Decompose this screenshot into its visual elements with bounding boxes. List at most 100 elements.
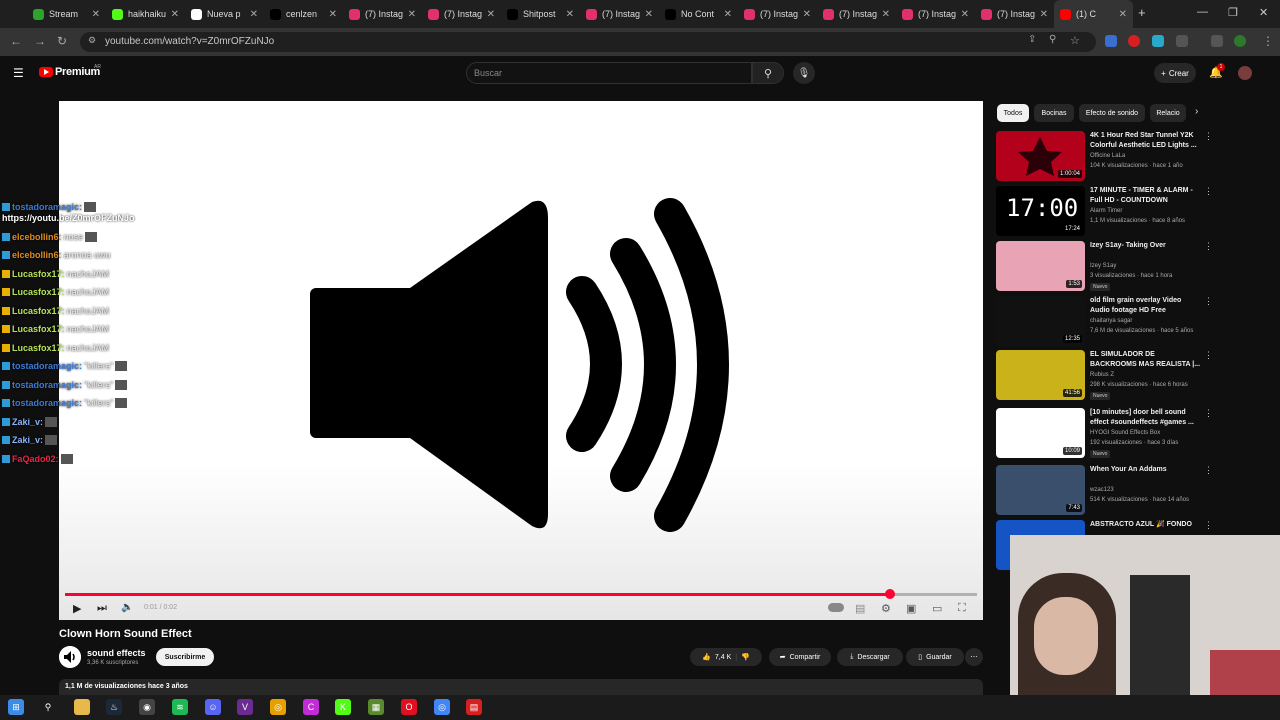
- tab-close-icon[interactable]: ✕: [724, 9, 732, 20]
- autoplay-toggle[interactable]: [828, 603, 844, 612]
- app-icon[interactable]: ▤: [466, 699, 482, 715]
- video-thumbnail[interactable]: 10:09: [996, 408, 1085, 458]
- video-channel[interactable]: chaitanya sagar: [1090, 318, 1132, 324]
- browser-tab[interactable]: (1) C ✕: [1054, 0, 1133, 28]
- play-icon[interactable]: ▶: [73, 602, 81, 615]
- browser-tab[interactable]: (7) Instag ✕: [896, 0, 975, 28]
- windows-icon[interactable]: ⊞: [8, 699, 24, 715]
- like-count[interactable]: 7,4 K: [715, 654, 731, 661]
- tab-close-icon[interactable]: ✕: [250, 9, 258, 20]
- tab-close-icon[interactable]: ✕: [961, 9, 969, 20]
- extension-icon[interactable]: [1152, 35, 1164, 47]
- c-icon[interactable]: C: [303, 699, 319, 715]
- search-input[interactable]: [466, 62, 752, 84]
- video-channel[interactable]: HYOGI Sound Effects Box: [1090, 430, 1160, 436]
- video-thumbnail[interactable]: 1:00:04: [996, 131, 1085, 181]
- forward-icon[interactable]: →: [34, 34, 46, 48]
- search-icon[interactable]: ⚲: [40, 699, 56, 715]
- video-title[interactable]: 4K 1 Hour Red Star Tunnel Y2K Colorful A…: [1090, 131, 1202, 151]
- video-thumbnail[interactable]: 17:00 17:24: [996, 186, 1085, 236]
- browser-tab[interactable]: (7) Instag ✕: [817, 0, 896, 28]
- more-vert-icon[interactable]: ⋮: [1204, 296, 1213, 307]
- youtube-logo-icon[interactable]: [39, 67, 53, 77]
- more-vert-icon[interactable]: ⋮: [1204, 465, 1213, 476]
- spotify-icon[interactable]: ≋: [172, 699, 188, 715]
- chevron-right-icon[interactable]: ›: [1195, 106, 1198, 117]
- chrome-active-icon[interactable]: ◎: [434, 699, 450, 715]
- browser-tab[interactable]: No Cont ✕: [659, 0, 738, 28]
- tab-close-icon[interactable]: ✕: [171, 9, 179, 20]
- browser-tab[interactable]: (7) Instag ✕: [738, 0, 817, 28]
- steam-icon[interactable]: ♨: [106, 699, 122, 715]
- channel-name[interactable]: sound effects: [87, 648, 146, 658]
- video-thumbnail[interactable]: 12:35: [996, 296, 1085, 346]
- maximize-icon[interactable]: ❐: [1228, 6, 1238, 19]
- tab-close-icon[interactable]: ✕: [408, 9, 416, 20]
- tab-close-icon[interactable]: ✕: [1119, 9, 1127, 20]
- video-channel[interactable]: wzac123: [1090, 487, 1114, 493]
- browser-tab[interactable]: (7) Instag ✕: [975, 0, 1054, 28]
- next-icon[interactable]: ⏭: [97, 602, 107, 615]
- more-vert-icon[interactable]: ⋮: [1204, 408, 1213, 419]
- more-vert-icon[interactable]: ⋮: [1204, 186, 1213, 197]
- progress-bar[interactable]: [65, 589, 977, 599]
- theater-mode-icon[interactable]: ▭: [932, 602, 942, 615]
- browser-tab[interactable]: (7) Instag ✕: [580, 0, 659, 28]
- recommended-video[interactable]: 41:56 EL SIMULADOR DE BACKROOMS MAS REALI…: [996, 350, 1216, 402]
- chip-efecto-de-sonido[interactable]: Efecto de sonido: [1079, 104, 1145, 122]
- tab-close-icon[interactable]: ✕: [92, 9, 100, 20]
- extension-icon[interactable]: [1105, 35, 1117, 47]
- settings-gear-icon[interactable]: ⚙: [881, 602, 891, 615]
- discord-icon[interactable]: ☺: [205, 699, 221, 715]
- voice-search-button[interactable]: 🎙: [793, 62, 815, 84]
- zoom-icon[interactable]: ⚲: [1049, 34, 1056, 45]
- video-thumbnail[interactable]: 1:53: [996, 241, 1085, 291]
- save-button[interactable]: ▯ Guardar: [906, 648, 964, 666]
- download-button[interactable]: ⤓ Descargar: [837, 648, 903, 666]
- miniplayer-icon[interactable]: ▣: [906, 602, 916, 615]
- video-channel[interactable]: Izey S1ay: [1090, 263, 1116, 269]
- minimize-icon[interactable]: —: [1197, 6, 1208, 18]
- vegas-icon[interactable]: V: [237, 699, 253, 715]
- more-vert-icon[interactable]: ⋮: [1204, 131, 1213, 142]
- tab-close-icon[interactable]: ✕: [329, 9, 337, 20]
- browser-tab[interactable]: Stream ✕: [27, 0, 106, 28]
- account-avatar[interactable]: [1238, 66, 1252, 80]
- browser-tab[interactable]: (7) Instag ✕: [343, 0, 422, 28]
- browser-tab[interactable]: cenlzen ✕: [264, 0, 343, 28]
- new-tab-icon[interactable]: +: [1138, 5, 1146, 20]
- recommended-video[interactable]: 12:35 old film grain overlay Video Audio …: [996, 296, 1216, 348]
- tab-close-icon[interactable]: ✕: [645, 9, 653, 20]
- chip-relacionado[interactable]: Relacio: [1150, 104, 1186, 122]
- browser-tab[interactable]: Nueva p ✕: [185, 0, 264, 28]
- minecraft-icon[interactable]: ▦: [368, 699, 384, 715]
- share-button[interactable]: ➦ Compartir: [769, 648, 831, 666]
- tab-close-icon[interactable]: ✕: [1040, 9, 1048, 20]
- opera-icon[interactable]: O: [401, 699, 417, 715]
- folder-icon[interactable]: [74, 699, 90, 715]
- video-channel[interactable]: Rubius Z: [1090, 372, 1114, 378]
- more-vert-icon[interactable]: ⋮: [1204, 241, 1213, 252]
- tab-close-icon[interactable]: ✕: [803, 9, 811, 20]
- volume-icon[interactable]: 🔈: [121, 602, 133, 613]
- profile-icon[interactable]: [1234, 35, 1246, 47]
- browser-tab[interactable]: Shitpost ✕: [501, 0, 580, 28]
- search-button[interactable]: ⚲: [752, 62, 784, 84]
- channel-avatar[interactable]: [59, 646, 81, 668]
- bookmark-star-icon[interactable]: ☆: [1070, 34, 1080, 47]
- video-title[interactable]: Izey S1ay- Taking Over: [1090, 241, 1202, 251]
- more-vert-icon[interactable]: ⋮: [1204, 520, 1213, 531]
- dislike-icon[interactable]: 👎: [741, 653, 750, 661]
- like-icon[interactable]: 👍: [702, 653, 711, 661]
- video-title[interactable]: 17 MINUTE - TIMER & ALARM - Full HD - CO…: [1090, 186, 1202, 206]
- fullscreen-icon[interactable]: ⛶: [958, 602, 966, 615]
- back-icon[interactable]: ←: [10, 34, 22, 48]
- subtitles-icon[interactable]: ▤: [855, 602, 865, 615]
- video-title[interactable]: old film grain overlay Video Audio foota…: [1090, 296, 1202, 316]
- reload-icon[interactable]: ↻: [57, 34, 67, 48]
- recommended-video[interactable]: 7:43 When Your An Addams wzac123 514 K visu…: [996, 465, 1216, 517]
- recommended-video[interactable]: 1:53 Izey S1ay- Taking Over Izey S1ay 3 vis…: [996, 241, 1216, 293]
- create-button[interactable]: + Crear: [1154, 63, 1196, 83]
- video-title[interactable]: ABSTRACTO AZUL 🎉 FONDO: [1090, 520, 1202, 530]
- tab-close-icon[interactable]: ✕: [882, 9, 890, 20]
